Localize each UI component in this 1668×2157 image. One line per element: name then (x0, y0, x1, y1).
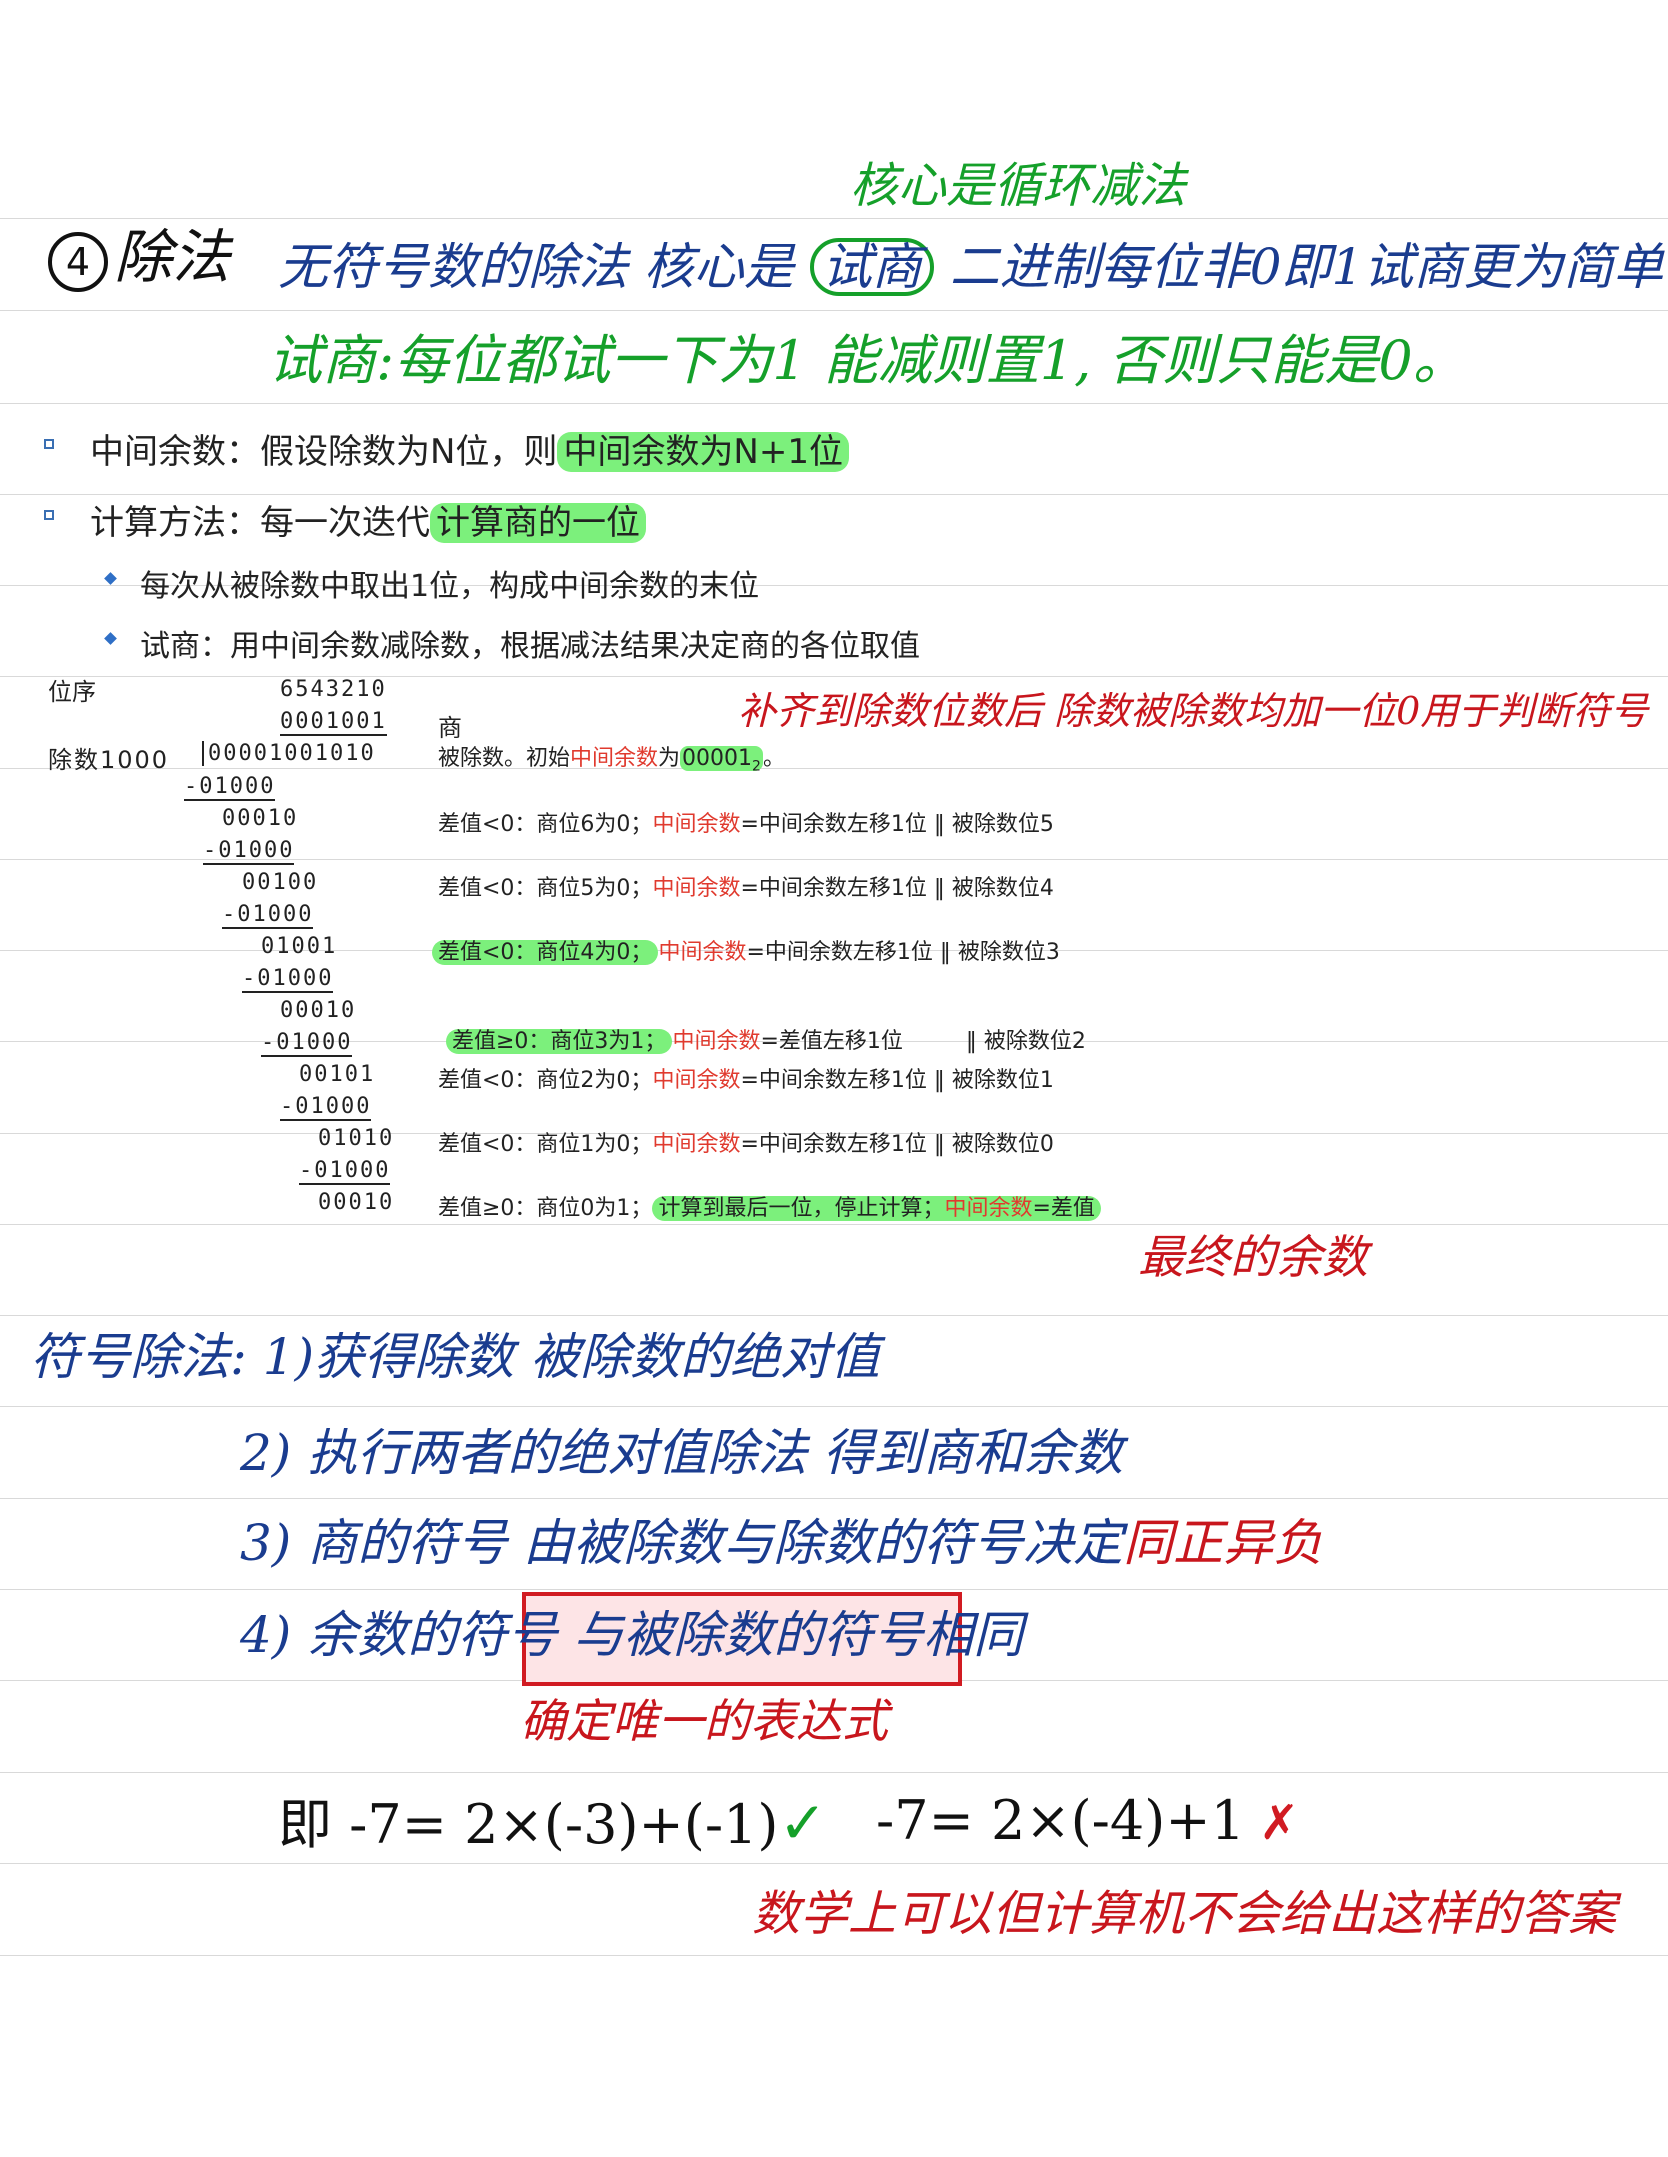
intro-line-1-b: 二进制每位非0即1试商更为简单 (949, 238, 1664, 296)
step-note: 差值<0：商位6为0；中间余数=中间余数左移1位 ‖ 被除数位5 (438, 806, 1054, 838)
step-note-red: 中间余数 (652, 876, 741, 901)
step-note-lead: 差值≥0：商位0为1； (438, 1196, 653, 1221)
final-note-b: =差值 (1032, 1196, 1095, 1221)
step-note: 差值<0：商位2为0；中间余数=中间余数左移1位 ‖ 被除数位1 (438, 1062, 1054, 1094)
final-note-a: 计算到最后一位，停止计算； (658, 1196, 945, 1221)
quotient: 0001001 (280, 709, 387, 736)
step-note-tail: =差值左移1位 ‖ 被除数位2 (760, 1029, 1086, 1054)
subtrahend: -01000 (280, 1094, 372, 1121)
subtrahend: -01000 (261, 1030, 353, 1057)
step-note-red: 中间余数 (652, 1068, 741, 1093)
dividend-label-end: 。 (762, 746, 785, 771)
bullet-square-icon (44, 510, 54, 520)
dividend-label-prefix: 被除数。初始 (438, 746, 571, 771)
bullet-method-highlight: 计算商的一位 (430, 503, 646, 543)
cross-icon: ✗ (1258, 1795, 1300, 1851)
step-note-lead: 差值<0：商位5为0； (438, 876, 653, 901)
step-note-red: 中间余数 (672, 1029, 761, 1054)
intro-line-1: 无符号数的除法 核心是 试商 二进制每位非0即1试商更为简单 (278, 238, 1663, 296)
check-icon: ✓ (778, 1789, 828, 1857)
signed-step-2: 2) 执行两者的绝对值除法 得到商和余数 (240, 1424, 1124, 1482)
remainder: 01010 (318, 1126, 395, 1151)
step-note-lead: 差值<0：商位6为0； (438, 812, 653, 837)
order-label: 位序 (48, 678, 96, 706)
quotient-label: 商 (438, 714, 462, 742)
circled-number: 4 (48, 231, 108, 292)
bullet-diamond-icon (104, 572, 117, 585)
bullet-remainder: 中间余数：假设除数为N位，则 中间余数为N+1位 (90, 424, 849, 473)
step-note: 差值<0：商位1为0；中间余数=中间余数左移1位 ‖ 被除数位0 (438, 1126, 1054, 1158)
step-note-lead: 差值<0：商位4为0； (432, 940, 659, 965)
final-remainder-note: 最终的余数 (1138, 1230, 1368, 1284)
example-ok-text: 即 -7= 2×(-3)+(-1) (278, 1793, 779, 1856)
signed-step-3-red: 同正异负 (1123, 1514, 1324, 1572)
step-note-lead: 差值<0：商位1为0； (438, 1132, 653, 1157)
divisor-label: 除数1000 (48, 746, 170, 774)
step-note: 差值<0：商位4为0； 中间余数=中间余数左移1位 ‖ 被除数位3 (432, 934, 1060, 966)
subtrahend: -01000 (299, 1158, 391, 1185)
remainder: 01001 (261, 934, 338, 959)
bullet-remainder-label: 中间余数：假设除数为N位，则 (90, 432, 558, 472)
signed-step-4-blue: 4) 余数的符号 (240, 1606, 558, 1664)
bullet-diamond-icon (104, 632, 117, 645)
remainder: 00101 (299, 1062, 376, 1087)
step-note-tail: =中间余数左移1位 ‖ 被除数位3 (746, 940, 1060, 965)
step-note-final-highlight: 计算到最后一位，停止计算；中间余数=差值 (652, 1196, 1101, 1221)
subtrahend: -01000 (184, 774, 276, 801)
section-title-label: 除法 (114, 223, 231, 291)
align-note: 补齐到除数位数后 除数被除数均加一位0用于判断符号 (738, 689, 1649, 733)
remainder: 00010 (280, 998, 357, 1023)
step-note-red: 中间余数 (652, 812, 741, 837)
section-title: 4 除法 (48, 228, 230, 292)
bullet-square-icon (44, 439, 54, 449)
step-note-tail: =中间余数左移1位 ‖ 被除数位1 (740, 1068, 1054, 1093)
subtrahend: -01000 (242, 966, 334, 993)
signed-step-4-boxed: 与被除数的符号相同 (573, 1606, 1024, 1664)
step-note-lead: 差值≥0：商位3为1； (446, 1029, 673, 1054)
signed-heading: 符号除法: 1)获得除数 被除数的绝对值 (30, 1332, 880, 1382)
step-note: 差值<0：商位5为0；中间余数=中间余数左移1位 ‖ 被除数位4 (438, 870, 1054, 902)
top-note: 核心是循环减法 (850, 158, 1187, 214)
step-note: 差值≥0：商位3为1； 中间余数=差值左移1位 ‖ 被除数位2 (432, 998, 1086, 1055)
remainder: 00100 (242, 870, 319, 895)
remainder: 00010 (318, 1190, 395, 1215)
dividend: 00001001010 (202, 741, 376, 766)
step-note-lead: 差值<0：商位2为0； (438, 1068, 653, 1093)
intro-line-1-a: 无符号数的除法 核心是 (278, 238, 794, 296)
step-note-red: 中间余数 (658, 940, 747, 965)
circled-word: 试商 (809, 238, 934, 296)
remainder: 00010 (222, 806, 299, 831)
unique-note: 确定唯一的表达式 (520, 1694, 888, 1748)
signed-step-3-blue: 3) 商的符号 由被除数与除数的符号决定 (240, 1514, 1124, 1572)
final-note-red: 中间余数 (944, 1196, 1033, 1221)
dividend-label: 被除数。初始中间余数为000012。 (438, 740, 785, 774)
signed-step-1: 1)获得除数 被除数的绝对值 (262, 1328, 880, 1386)
bullet-remainder-highlight: 中间余数为N+1位 (557, 432, 849, 472)
step-note-tail: =中间余数左移1位 ‖ 被除数位4 (740, 876, 1054, 901)
signed-heading-label: 符号除法: (30, 1328, 247, 1386)
sub-bullet-2: 试商：用中间余数减除数，根据减法结果决定商的各位取值 (140, 629, 920, 664)
dividend-label-red: 中间余数 (570, 746, 659, 771)
signed-step-3: 3) 商的符号 由被除数与除数的符号决定同正异负 (240, 1518, 1323, 1568)
order-digits: 6543210 (280, 677, 387, 702)
signed-step-4: 4) 余数的符号 与被除数的符号相同 (240, 1610, 1023, 1660)
step-note-tail: =中间余数左移1位 ‖ 被除数位0 (740, 1132, 1054, 1157)
dividend-label-value-wrap: 000012 (680, 746, 763, 775)
bullet-method: 计算方法：每一次迭代 计算商的一位 (90, 495, 646, 544)
intro-line-2: 试商:每位都试一下为1 能减则置1, 否则只能是0。 (268, 329, 1467, 392)
step-note-final: 差值≥0：商位0为1； 计算到最后一位，停止计算；中间余数=差值 (438, 1190, 1101, 1222)
math-note: 数学上可以但计算机不会给出这样的答案 (752, 1886, 1617, 1942)
subtrahend: -01000 (203, 838, 295, 865)
example-bad-text: -7= 2×(-4)+1 (876, 1789, 1245, 1852)
subtrahend: -01000 (222, 902, 314, 929)
example-ok: 即 -7= 2×(-3)+(-1)✓ (278, 1794, 827, 1852)
dividend-label-value: 00001 (682, 746, 753, 771)
sub-bullet-1: 每次从被除数中取出1位，构成中间余数的末位 (140, 569, 760, 604)
step-note-tail: =中间余数左移1位 ‖ 被除数位5 (740, 812, 1054, 837)
example-bad: -7= 2×(-4)+1 ✗ (876, 1794, 1299, 1848)
dividend-label-mid: 为 (658, 746, 681, 771)
bullet-method-label: 计算方法：每一次迭代 (90, 503, 430, 543)
dividend-label-sub: 2 (752, 758, 761, 775)
step-note-red: 中间余数 (652, 1132, 741, 1157)
